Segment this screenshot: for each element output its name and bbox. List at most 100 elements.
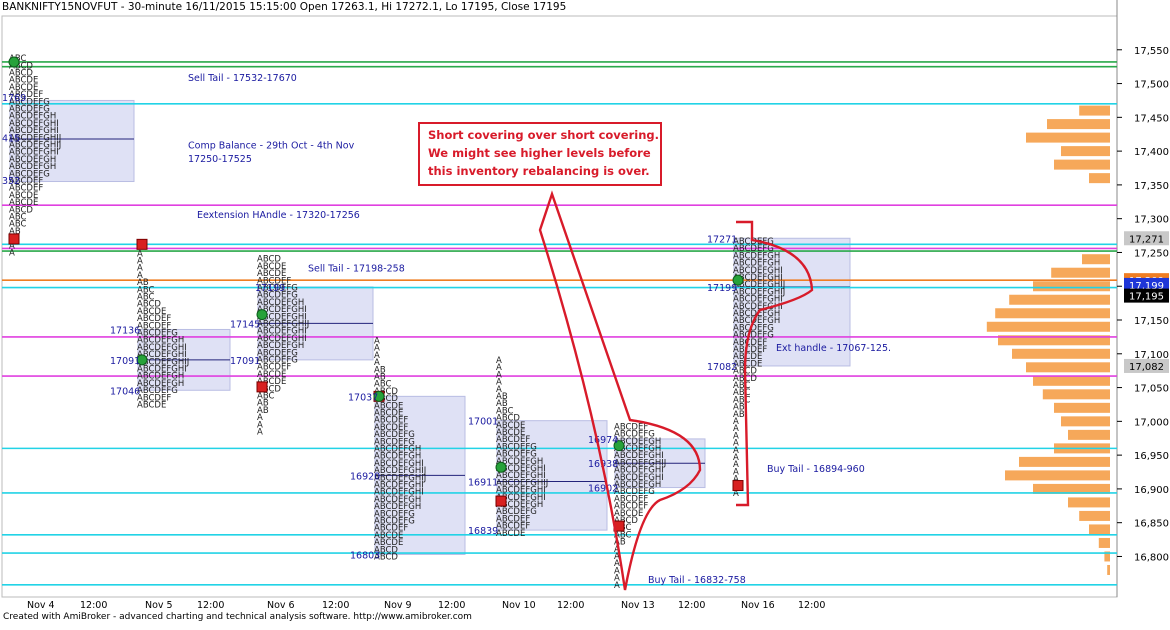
tpo-row: A [374,336,380,346]
open-marker [495,495,507,507]
volume-profile-bar [1082,254,1110,265]
zone-label: Eextension HAndle - 17320-17256 [197,210,360,221]
value-label: 16902 [588,484,618,495]
volume-profile-bar [1005,470,1110,481]
x-tick-label: 12:00 [798,600,825,611]
annotation-line: this inventory rebalancing is over. [428,164,650,178]
value-label: 17091 [110,356,140,367]
tpo-row: ABCD [257,255,281,265]
value-label: 352 [2,176,20,187]
zone-label: Buy Tail - 16894-960 [767,464,865,475]
value-label: 415 [2,134,20,145]
y-tick-label: 17,000 [1134,417,1169,428]
open-marker [136,238,148,250]
zone-label: Ext handle - 17067-125. [776,343,891,354]
volume-profile-bar [1098,537,1110,548]
value-label: 17199 [707,283,737,294]
y-tick-label: 16,950 [1134,451,1169,462]
chart-footer: Created with AmiBroker - advanced charti… [3,612,472,622]
tpo-row: A [496,356,502,366]
volume-profile-bar [1079,510,1110,521]
price-badge-label: 17,271 [1129,234,1164,245]
annotation-callout: Short covering over short covering. We m… [418,122,662,186]
zone-label: Sell Tail - 17198-258 [308,263,405,274]
open-marker [256,381,268,393]
x-tick-label: Nov 9 [384,600,412,611]
x-tick-label: 12:00 [557,600,584,611]
y-tick-label: 17,400 [1134,147,1169,158]
volume-profile-bar [1019,456,1110,467]
annotation-line: We might see higher levels before [428,146,651,160]
volume-profile-bar [1068,497,1110,508]
chart-canvas: AAAABABCABCABCDABCDEABCDEABCDEFABCDEFABC… [1,0,1169,611]
x-tick-label: 12:00 [197,600,224,611]
market-profile-chart: AAAABABCABCABCDABCDEABCDEABCDEFABCDEFABC… [0,0,1170,626]
volume-profile-bar [1079,105,1110,116]
value-label: 17001 [468,417,498,428]
volume-profile-bar [986,321,1110,332]
x-tick-label: 12:00 [438,600,465,611]
volume-profile-bar [1033,281,1110,292]
volume-profile-bar [1026,132,1110,143]
volume-profile-bar [1107,564,1110,575]
x-tick-label: Nov 10 [502,600,536,611]
price-badge-label: 17,082 [1129,362,1164,373]
value-label: 16839 [468,526,498,537]
zone-label: Sell Tail - 17532-17670 [188,73,297,84]
tpo-row: ABCDEFG [733,237,774,247]
close-marker [256,309,268,321]
value-label: 17082 [707,362,737,373]
value-label: 16974 [588,435,618,446]
volume-profile-bar [1089,524,1110,535]
volume-profile-bar [1012,348,1110,359]
y-tick-label: 17,450 [1134,113,1169,124]
x-tick-label: Nov 4 [27,600,55,611]
volume-profile-bar [1061,416,1110,427]
tpo-row: ABCDEF [614,422,648,432]
close-marker [8,56,20,68]
y-tick-label: 16,850 [1134,519,1169,530]
y-tick-label: 16,900 [1134,485,1169,496]
volume-profile-bar [1054,402,1110,413]
x-tick-label: 12:00 [678,600,705,611]
volume-profile-bar [1068,429,1110,440]
volume-profile-bar [1054,159,1110,170]
value-label: 17145 [230,319,260,330]
zone-label: 17250-17525 [188,154,252,165]
value-label: 1769 [2,93,26,104]
value-label: 16920 [350,471,380,482]
y-tick-label: 17,300 [1134,215,1169,226]
x-tick-label: Nov 13 [621,600,655,611]
open-marker [732,480,744,492]
x-tick-label: Nov 6 [267,600,295,611]
volume-profile-bar [995,308,1110,319]
y-tick-label: 17,050 [1134,384,1169,395]
value-label: 17037 [348,392,378,403]
annotation-line: Short covering over short covering. [428,128,659,142]
y-tick-label: 17,250 [1134,248,1169,259]
y-tick-label: 17,350 [1134,181,1169,192]
value-label: 17046 [110,386,140,397]
volume-profile-bar [1089,173,1110,184]
zone-label: Comp Balance - 29th Oct - 4th Nov [188,140,355,151]
volume-profile-bar [1042,389,1110,400]
value-label: 17091 [230,356,260,367]
y-tick-label: 17,550 [1134,46,1169,57]
close-marker [495,461,507,473]
y-tick-label: 17,150 [1134,316,1169,327]
y-tick-label: 16,800 [1134,552,1169,563]
price-badge-label: 17,195 [1129,292,1164,303]
x-tick-label: 12:00 [80,600,107,611]
value-label: 16911 [468,477,498,488]
y-tick-label: 17,500 [1134,80,1169,91]
volume-profile-bar [1009,294,1110,305]
value-label: 17199 [255,283,285,294]
x-tick-label: 12:00 [322,600,349,611]
x-tick-label: Nov 16 [741,600,775,611]
volume-profile-bar [1033,375,1110,386]
x-tick-label: Nov 5 [145,600,173,611]
value-label: 17271 [707,234,737,245]
volume-profile-bar [1047,119,1110,130]
volume-profile-bar [1026,362,1110,373]
open-marker [8,233,20,245]
